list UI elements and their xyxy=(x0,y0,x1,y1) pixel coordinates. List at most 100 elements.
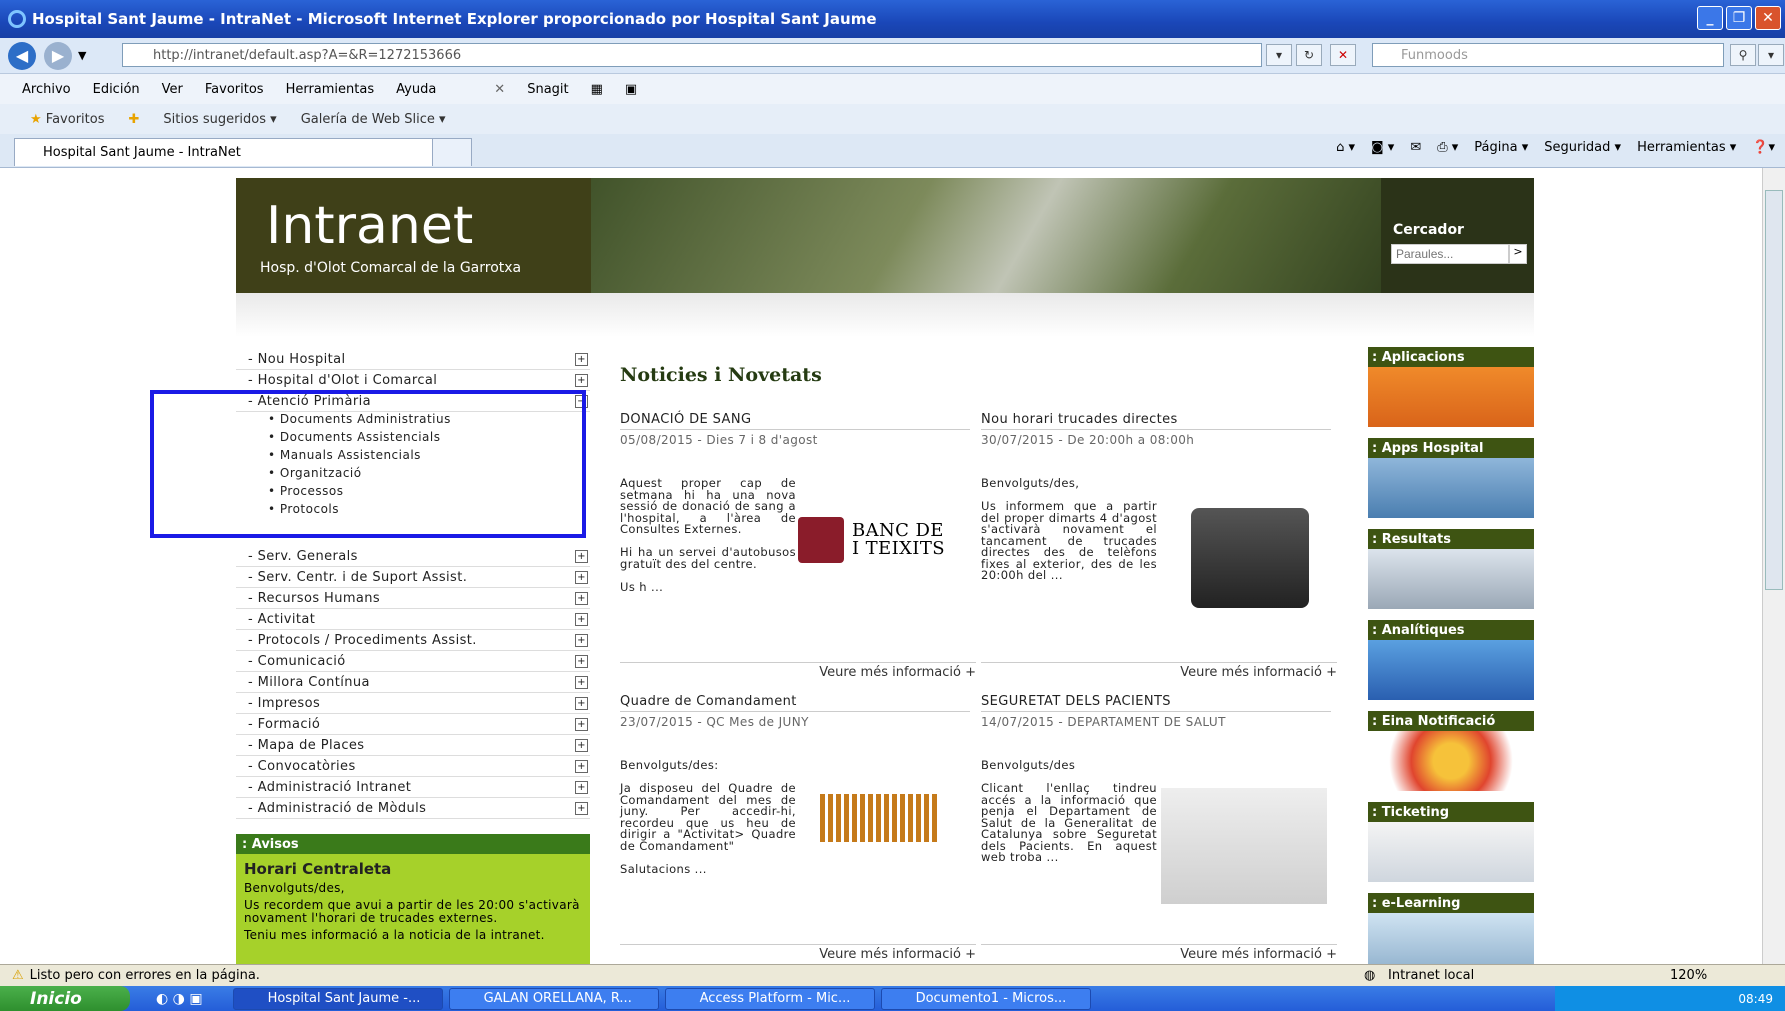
expand-icon[interactable]: + xyxy=(575,633,588,647)
nav-nou-hospital[interactable]: - Nou Hospital + xyxy=(236,349,590,370)
forward-button[interactable]: ▶ xyxy=(44,41,72,70)
expand-icon[interactable]: + xyxy=(575,717,588,731)
menu-ayuda[interactable]: Ayuda xyxy=(396,82,436,97)
news-title[interactable]: SEGURETAT DELS PACIENTS xyxy=(981,694,1331,712)
more-info-link[interactable]: Veure més informació + xyxy=(620,662,976,680)
print-icon[interactable]: ⎙ ▾ xyxy=(1437,140,1458,155)
quicklaunch-icons[interactable]: ◐ ◑ ▣ xyxy=(156,991,203,1007)
nav-admin-moduls[interactable]: - Administració de Mòduls + xyxy=(236,798,590,819)
avisos-text: Benvolguts/des, xyxy=(244,881,345,895)
task-documento[interactable]: Documento1 - Micros... xyxy=(880,987,1091,1010)
zoom-text[interactable]: 120% xyxy=(1670,968,1707,983)
url-field[interactable]: http://intranet/default.asp?A=&R=1272153… xyxy=(122,43,1262,67)
vertical-scrollbar[interactable] xyxy=(1762,168,1785,964)
stop-button[interactable]: ✕ xyxy=(1330,44,1356,66)
nav-formacio[interactable]: - Formació + xyxy=(236,714,590,735)
help-icon[interactable]: ❓▾ xyxy=(1752,140,1775,155)
expand-icon[interactable]: + xyxy=(575,591,588,605)
page-content: Intranet Hosp. d'Olot Comarcal de la Gar… xyxy=(0,168,1762,964)
more-info-link[interactable]: Veure més informació + xyxy=(981,944,1337,962)
system-tray: 08:49 xyxy=(1555,986,1785,1011)
search-label: Cercador xyxy=(1393,222,1464,238)
task-hospital[interactable]: Hospital Sant Jaume -... xyxy=(232,987,443,1010)
nav-recursos-humans[interactable]: - Recursos Humans + xyxy=(236,588,590,609)
search-options-button[interactable]: ▾ xyxy=(1758,44,1784,66)
scrollbar-thumb[interactable] xyxy=(1765,190,1783,590)
site-search-input[interactable] xyxy=(1391,244,1509,264)
security-menu[interactable]: Seguridad ▾ xyxy=(1544,140,1621,155)
search-icon[interactable]: ⚲ xyxy=(1730,44,1756,66)
home-icon[interactable]: ⌂ ▾ xyxy=(1336,140,1355,155)
mail-icon[interactable]: ✉ xyxy=(1410,140,1421,155)
close-button[interactable]: ✕ xyxy=(1755,6,1781,30)
favorites-button[interactable]: ★ Favoritos xyxy=(30,112,104,127)
nav-millora[interactable]: - Millora Contínua + xyxy=(236,672,590,693)
history-dropdown-icon[interactable]: ▼ xyxy=(78,49,86,62)
expand-icon[interactable]: + xyxy=(575,780,588,794)
url-dropdown-button[interactable]: ▾ xyxy=(1266,44,1292,66)
menu-ver[interactable]: Ver xyxy=(162,82,183,97)
news-title[interactable]: Quadre de Comandament xyxy=(620,694,970,712)
more-info-link[interactable]: Veure més informació + xyxy=(981,662,1337,680)
expand-icon[interactable]: + xyxy=(575,801,588,815)
menu-archivo[interactable]: Archivo xyxy=(22,82,71,97)
app-eina-notificacio[interactable]: : Eina Notificació xyxy=(1368,711,1534,802)
app-apps-hospital[interactable]: : Apps Hospital xyxy=(1368,438,1534,529)
expand-icon[interactable]: + xyxy=(575,612,588,626)
expand-icon[interactable]: + xyxy=(575,373,588,387)
warning-icon[interactable]: ⚠ xyxy=(12,968,24,983)
nav-hospital-olot[interactable]: - Hospital d'Olot i Comarcal + xyxy=(236,370,590,391)
nav-convocatories[interactable]: - Convocatòries + xyxy=(236,756,590,777)
close-toolbar-icon[interactable]: ✕ xyxy=(494,82,505,97)
more-info-link[interactable]: Veure més informació + xyxy=(620,944,976,962)
nav-impresos[interactable]: - Impresos + xyxy=(236,693,590,714)
expand-icon[interactable]: + xyxy=(575,570,588,584)
expand-icon[interactable]: + xyxy=(575,654,588,668)
start-button[interactable]: Inicio xyxy=(0,986,130,1011)
snagit-button[interactable]: Snagit xyxy=(527,82,568,97)
news-title[interactable]: Nou horari trucades directes xyxy=(981,412,1331,430)
feeds-icon[interactable]: ◙ ▾ xyxy=(1371,140,1394,155)
avisos-title[interactable]: Horari Centraleta xyxy=(236,854,590,880)
app-ticketing[interactable]: : Ticketing xyxy=(1368,802,1534,893)
tab-hospital[interactable]: Hospital Sant Jaume - IntraNet xyxy=(14,138,434,166)
refresh-button[interactable]: ↻ xyxy=(1296,44,1322,66)
expand-icon[interactable]: + xyxy=(575,696,588,710)
minimize-button[interactable]: _ xyxy=(1697,6,1723,30)
nav-comunicacio[interactable]: - Comunicació + xyxy=(236,651,590,672)
news-title[interactable]: DONACIÓ DE SANG xyxy=(620,412,970,430)
add-favorite-icon[interactable]: ✚ xyxy=(128,112,139,127)
expand-icon[interactable]: + xyxy=(575,549,588,563)
web-slice-gallery-link[interactable]: Galería de Web Slice ▾ xyxy=(301,112,446,127)
status-bar: ⚠ Listo pero con errores en la página. ◍… xyxy=(0,964,1785,986)
expand-icon[interactable]: + xyxy=(575,738,588,752)
expand-icon[interactable]: + xyxy=(575,759,588,773)
search-input[interactable]: Funmoods xyxy=(1372,43,1724,67)
app-resultats[interactable]: : Resultats xyxy=(1368,529,1534,620)
suggested-sites-link[interactable]: Sitios sugeridos ▾ xyxy=(163,112,276,127)
menu-herramientas[interactable]: Herramientas xyxy=(286,82,375,97)
snagit-window-icon[interactable]: ▦ xyxy=(591,82,603,97)
app-e-learning[interactable]: : e-Learning xyxy=(1368,893,1534,964)
nav-admin-intranet[interactable]: - Administració Intranet + xyxy=(236,777,590,798)
task-access[interactable]: Access Platform - Mic... xyxy=(664,987,875,1010)
tools-menu[interactable]: Herramientas ▾ xyxy=(1637,140,1736,155)
nav-mapa-places[interactable]: - Mapa de Places + xyxy=(236,735,590,756)
nav-protocols[interactable]: - Protocols / Procediments Assist. + xyxy=(236,630,590,651)
expand-icon[interactable]: + xyxy=(575,675,588,689)
app-analitiques[interactable]: : Analítiques xyxy=(1368,620,1534,711)
site-search-button[interactable]: > xyxy=(1509,244,1527,264)
nav-serv-generals[interactable]: - Serv. Generals + xyxy=(236,546,590,567)
app-aplicacions[interactable]: : Aplicacions xyxy=(1368,347,1534,438)
expand-icon[interactable]: + xyxy=(575,352,588,366)
nav-serv-centr[interactable]: - Serv. Centr. i de Suport Assist. + xyxy=(236,567,590,588)
snagit-capture-icon[interactable]: ▣ xyxy=(625,82,637,97)
nav-activitat[interactable]: - Activitat + xyxy=(236,609,590,630)
page-menu[interactable]: Página ▾ xyxy=(1474,140,1528,155)
back-button[interactable]: ◀ xyxy=(8,41,36,70)
menu-edicion[interactable]: Edición xyxy=(93,82,140,97)
restore-button[interactable]: ❐ xyxy=(1726,6,1752,30)
task-galan[interactable]: GALAN ORELLANA, R... xyxy=(448,987,659,1010)
menu-favoritos[interactable]: Favoritos xyxy=(205,82,264,97)
new-tab-button[interactable] xyxy=(432,138,472,166)
